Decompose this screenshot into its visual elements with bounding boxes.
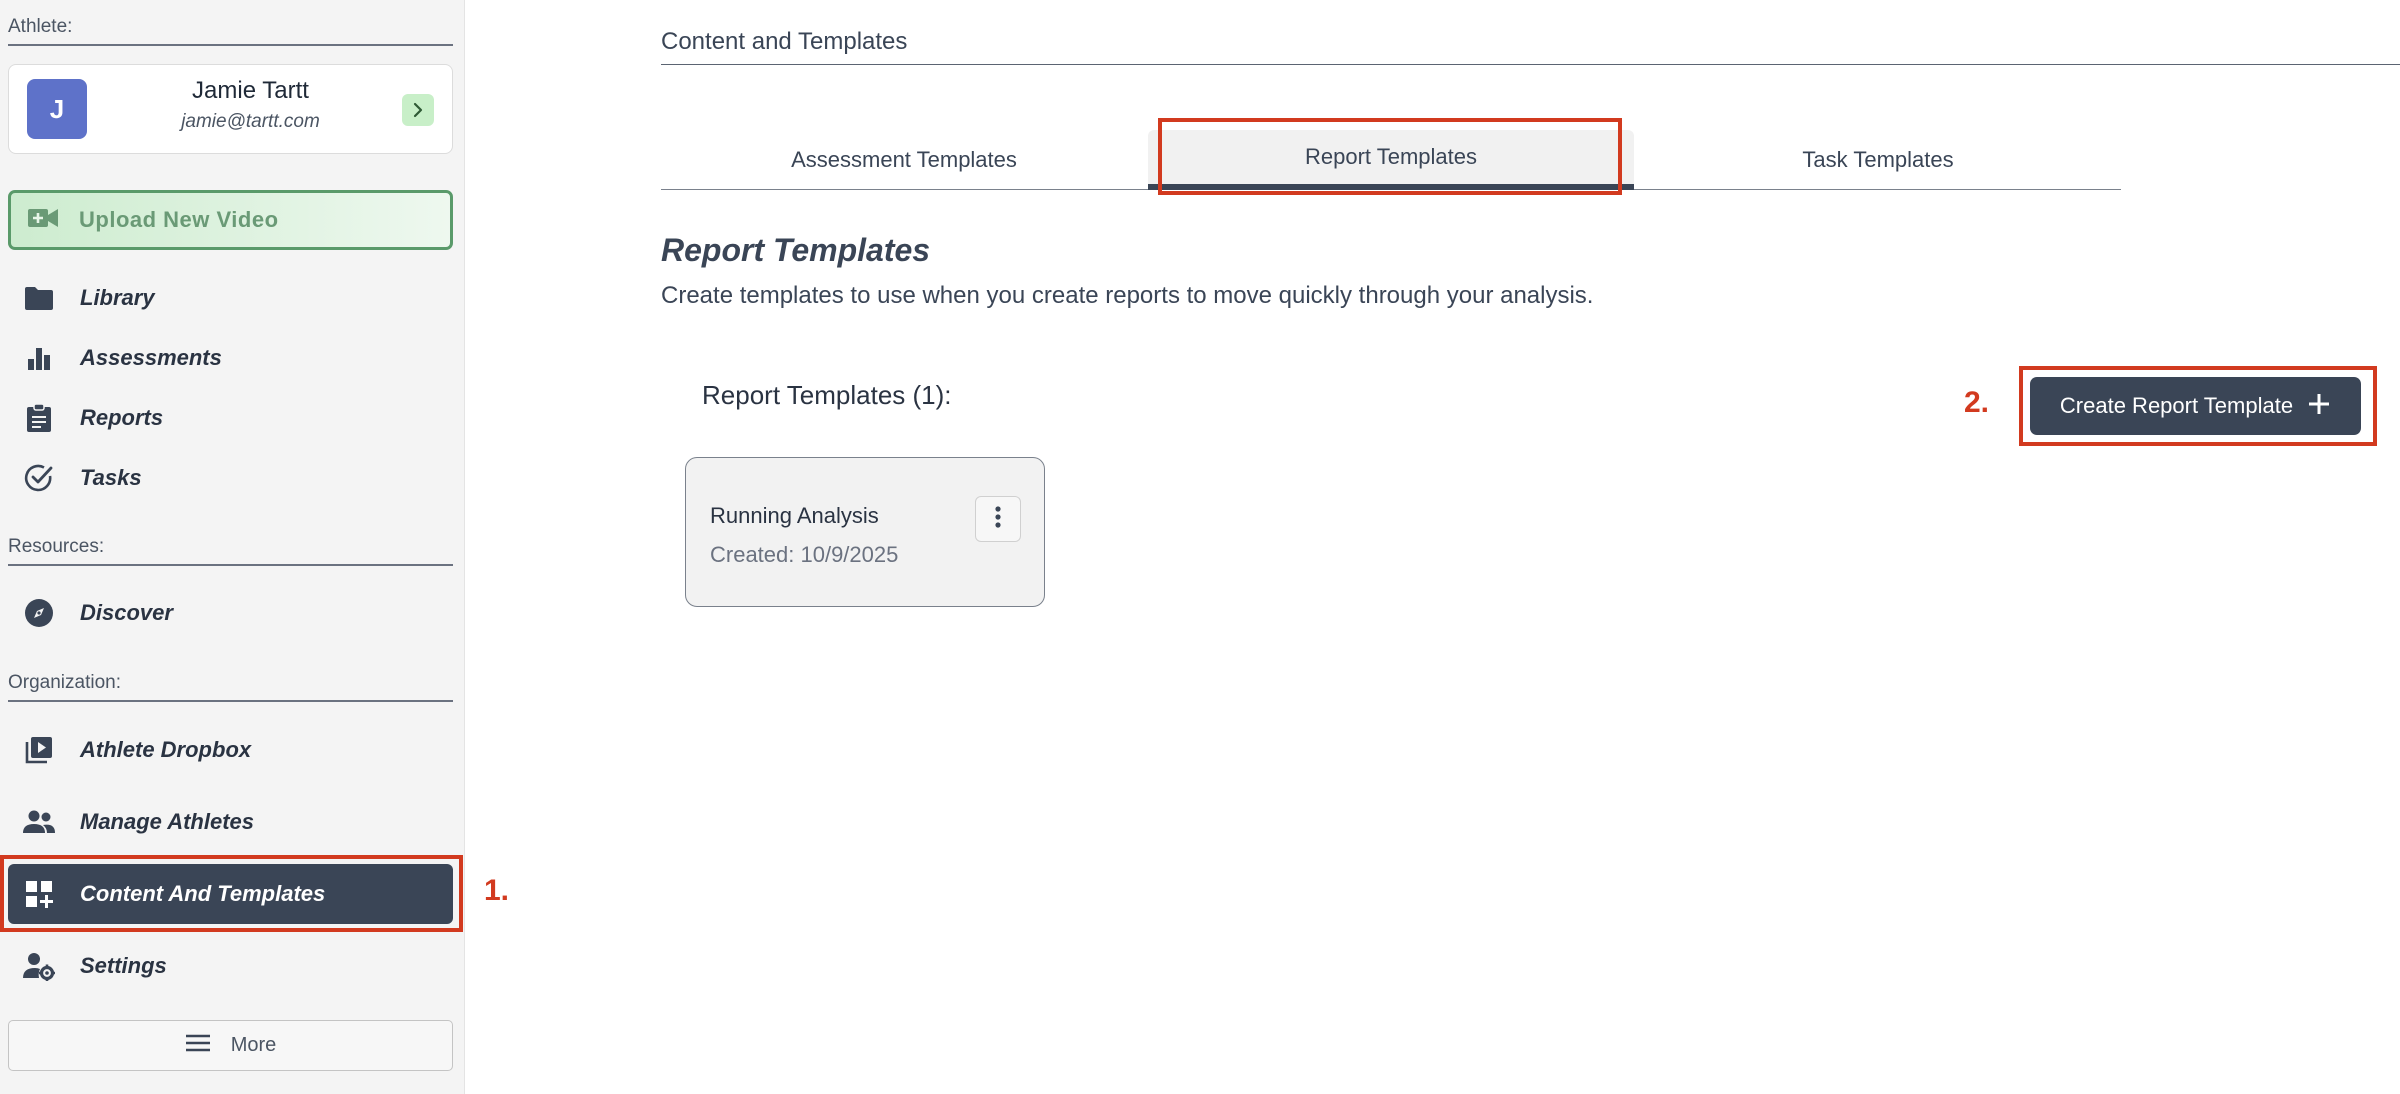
resources-section-label: Resources:	[8, 536, 105, 557]
video-camera-plus-icon	[27, 206, 59, 235]
annotation-highlight-box	[0, 855, 463, 932]
kebab-menu-icon	[994, 505, 1002, 533]
tab-assessment-templates[interactable]: Assessment Templates	[661, 130, 1147, 190]
clipboard-icon	[22, 401, 56, 435]
template-options-button[interactable]	[975, 496, 1021, 542]
athlete-email: jamie@tartt.com	[181, 111, 320, 132]
sidebar-item-tasks[interactable]: Tasks	[8, 448, 453, 508]
page-title: Report Templates	[661, 232, 931, 268]
sidebar-item-assessments[interactable]: Assessments	[8, 328, 453, 388]
user-gear-icon	[22, 949, 56, 983]
sidebar-item-label: Tasks	[80, 465, 142, 490]
chevron-right-icon[interactable]	[402, 94, 434, 126]
sidebar-item-label: Library	[80, 285, 155, 310]
templates-count-heading: Report Templates (1):	[702, 380, 952, 410]
template-name: Running Analysis	[710, 503, 879, 528]
avatar: J	[27, 79, 87, 139]
annotation-highlight-box	[1158, 118, 1622, 195]
athlete-card[interactable]: J Jamie Tartt jamie@tartt.com	[8, 64, 453, 154]
organization-section-label: Organization:	[8, 672, 122, 693]
compass-icon	[22, 596, 56, 630]
template-card[interactable]: Running Analysis Created: 10/9/2025	[685, 457, 1045, 607]
sidebar-item-settings[interactable]: Settings	[8, 936, 453, 996]
athlete-section-label: Athlete:	[8, 16, 73, 37]
more-button[interactable]: More	[8, 1020, 453, 1071]
sidebar-item-label: Manage Athletes	[80, 809, 255, 834]
sidebar-item-library[interactable]: Library	[8, 268, 453, 328]
check-circle-icon	[22, 461, 56, 495]
upload-label: Upload New Video	[79, 207, 279, 232]
breadcrumb: Content and Templates	[661, 28, 908, 55]
upload-new-video-button[interactable]: Upload New Video	[8, 190, 453, 250]
hamburger-menu-icon	[185, 1033, 211, 1058]
section-divider	[8, 564, 453, 566]
breadcrumb-divider	[661, 64, 2400, 65]
sidebar-item-label: Settings	[80, 953, 167, 978]
sidebar-item-label: Discover	[80, 600, 173, 625]
annotation-step-number: 1.	[484, 874, 510, 907]
section-divider	[8, 44, 453, 46]
annotation-highlight-box	[2019, 366, 2377, 446]
page-description: Create templates to use when you create …	[661, 282, 1594, 309]
section-divider	[8, 700, 453, 702]
athlete-name: Jamie Tartt	[192, 77, 309, 104]
annotation-step-number: 2.	[1964, 386, 1990, 419]
sidebar-item-label: Athlete Dropbox	[80, 737, 252, 762]
template-created-date: Created: 10/9/2025	[710, 542, 899, 567]
people-icon	[22, 805, 56, 839]
sidebar-item-athlete-dropbox[interactable]: Athlete Dropbox	[8, 720, 453, 780]
folder-icon	[22, 281, 56, 315]
sidebar-item-label: Assessments	[80, 345, 222, 370]
tab-task-templates[interactable]: Task Templates	[1635, 130, 2121, 190]
sidebar-item-label: Reports	[80, 405, 164, 430]
sidebar-item-discover[interactable]: Discover	[8, 583, 453, 643]
sidebar-item-manage-athletes[interactable]: Manage Athletes	[8, 792, 453, 852]
video-library-icon	[22, 733, 56, 767]
sidebar-item-reports[interactable]: Reports	[8, 388, 453, 448]
bar-chart-icon	[22, 341, 56, 375]
more-label: More	[230, 1034, 277, 1056]
